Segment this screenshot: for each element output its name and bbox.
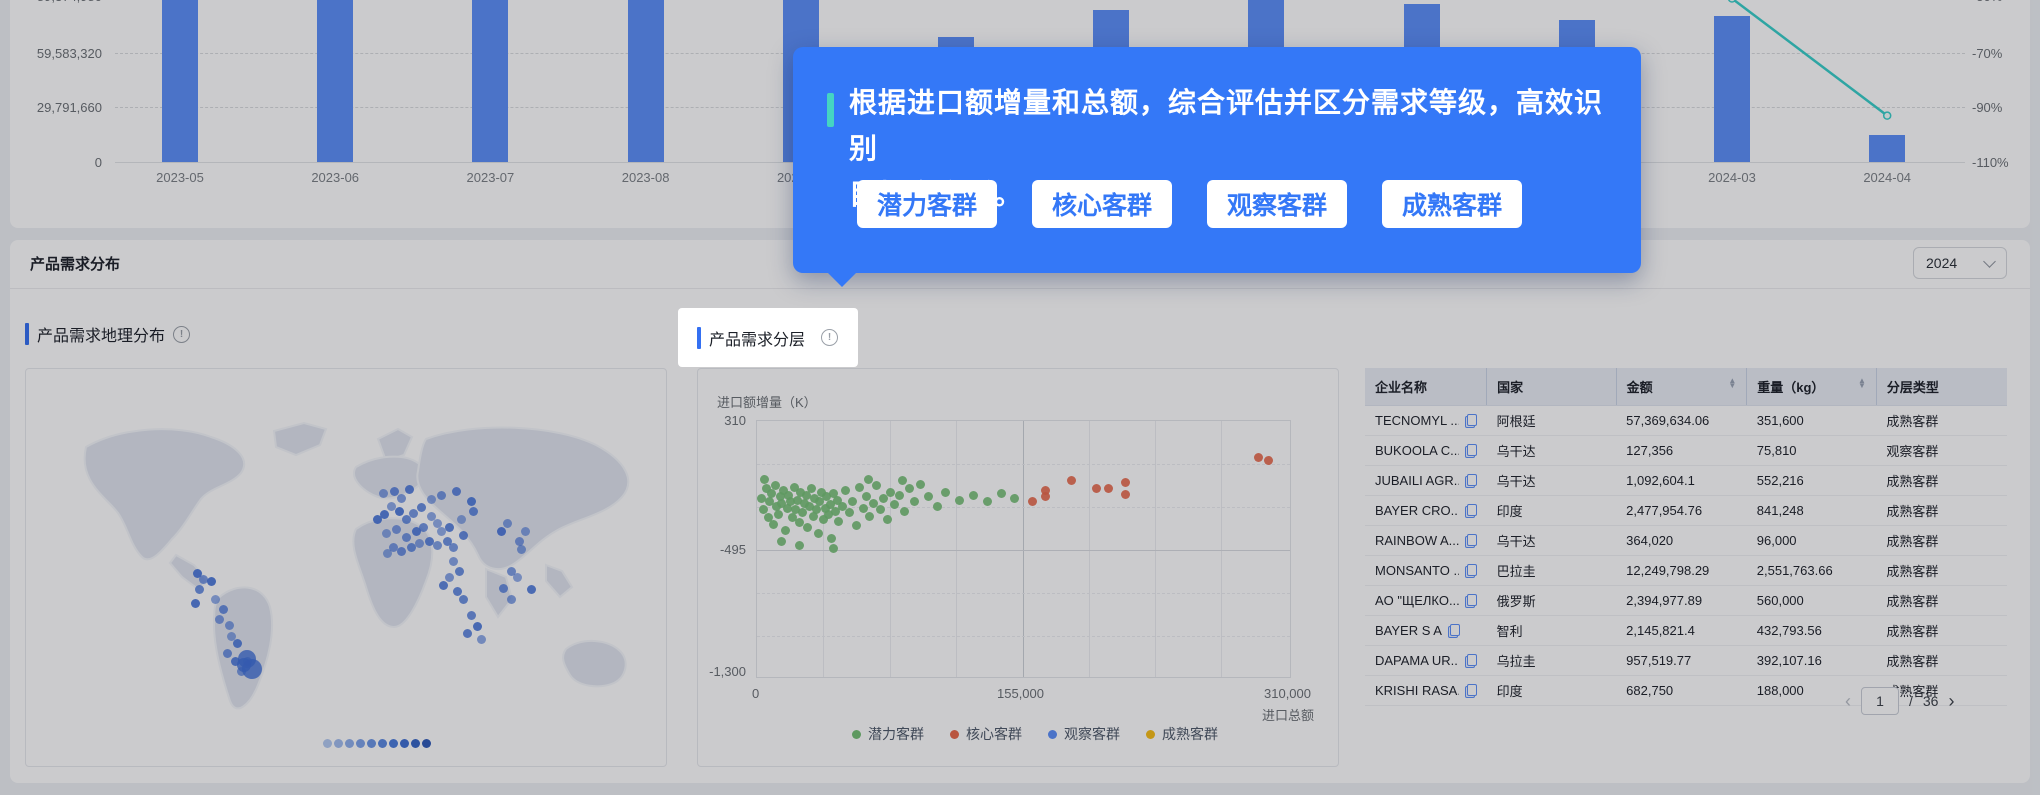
info-icon[interactable]: ! xyxy=(821,329,838,346)
accent-bar xyxy=(697,327,701,349)
tooltip-arrow xyxy=(828,273,856,287)
scatter-panel-title-text: 产品需求分层 xyxy=(709,326,805,350)
tour-button-成熟客群[interactable]: 成熟客群 xyxy=(1382,180,1522,228)
tour-highlight-box: 产品需求分层 ! xyxy=(678,308,858,367)
tour-button-潜力客群[interactable]: 潜力客群 xyxy=(857,180,997,228)
tour-button-核心客群[interactable]: 核心客群 xyxy=(1032,180,1172,228)
tour-button-观察客群[interactable]: 观察客群 xyxy=(1207,180,1347,228)
tooltip-accent-bar xyxy=(827,93,834,127)
tour-tooltip: 根据进口额增量和总额，综合评估并区分需求等级，高效识别目标客户群。 潜力客群核心… xyxy=(793,47,1641,273)
dashboard-page: 89,374,98059,583,32029,791,6600 -50%-70%… xyxy=(0,0,2040,795)
